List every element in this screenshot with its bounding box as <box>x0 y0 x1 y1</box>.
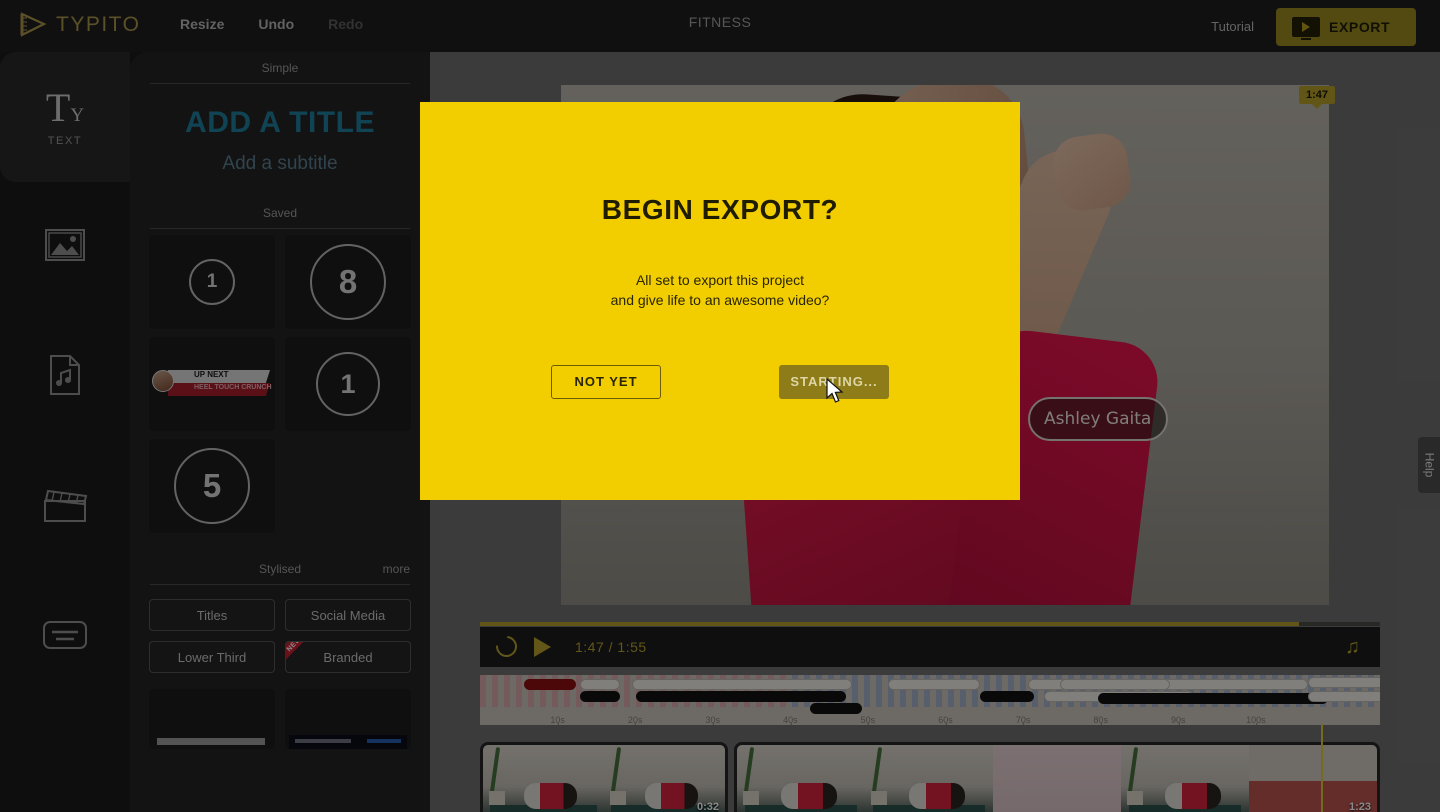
dialog-title: BEGIN EXPORT? <box>420 194 1020 226</box>
starting-button: STARTING... <box>779 365 889 399</box>
typito-editor-window: TYPITO Resize Undo Redo FITNESS Tutorial… <box>0 0 1440 812</box>
dialog-body: All set to export this project and give … <box>420 270 1020 311</box>
dialog-actions: NOT YET STARTING... <box>420 365 1020 399</box>
begin-export-dialog: BEGIN EXPORT? All set to export this pro… <box>420 102 1020 500</box>
dialog-body-line1: All set to export this project <box>636 272 804 288</box>
not-yet-button[interactable]: NOT YET <box>551 365 661 399</box>
dialog-body-line2: and give life to an awesome video? <box>611 292 830 308</box>
